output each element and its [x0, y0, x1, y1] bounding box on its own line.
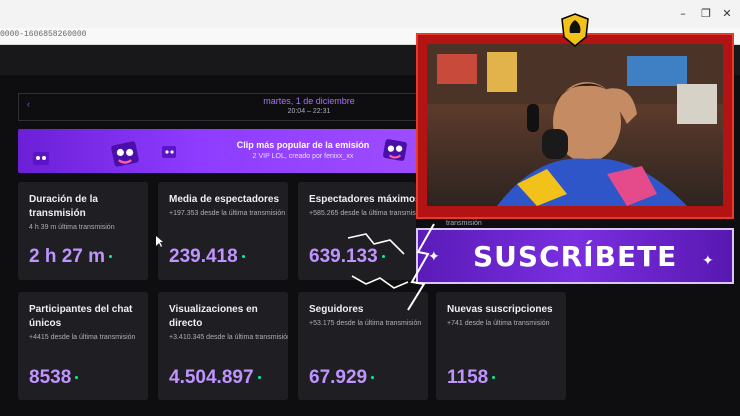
stat-card-chatters: Participantes del chat únicos +4415 desd… [18, 292, 148, 400]
subscribe-text: SUSCRÍBETE [473, 240, 678, 273]
stat-card-live-views: Visualizaciones en directo +3.410.345 de… [158, 292, 288, 400]
close-icon[interactable]: ✕ [714, 6, 740, 22]
stat-card-duration: Duración de la transmisión 4 h 39 m últi… [18, 182, 148, 280]
stat-value: 8538 [29, 367, 79, 389]
clip-mascot-icon [111, 141, 139, 167]
cursor-icon [156, 236, 163, 247]
clip-mascot-icon [33, 152, 49, 165]
stat-title: Nuevas suscripciones [447, 304, 553, 315]
stat-value: 67.929 [309, 367, 375, 389]
address-text: 0000-1606858260000 [0, 30, 87, 39]
prev-date-icon[interactable]: ‹ [27, 99, 30, 109]
trend-dot-icon [371, 376, 375, 380]
subscribe-banner: ✦ ✦ SUSCRÍBETE [416, 228, 734, 284]
trend-dot-icon [241, 255, 245, 259]
browser-title-bar: – ❐ ✕ [0, 0, 740, 29]
stat-title: Media de espectadores [169, 194, 280, 205]
lightning-icon [351, 275, 409, 289]
stat-change: 4 h 39 m última transmisión [29, 224, 115, 231]
stat-change: +585.265 desde la última transmisión [309, 210, 416, 217]
stat-title: Duración de la transmisión [29, 194, 98, 219]
stat-change: +3.410.345 desde la última transmisión [169, 334, 288, 341]
trend-dot-icon [492, 376, 496, 380]
sparkle-icon: ✦ [702, 252, 714, 268]
partial-label: transmisión [446, 220, 482, 227]
trend-dot-icon [109, 255, 113, 259]
stat-card-new-subs: Nuevas suscripciones +741 desde la últim… [436, 292, 566, 400]
stat-change: +4415 desde la última transmisión [29, 334, 136, 341]
clip-subtitle: 2 VIP LOL, creado por fenixx_xx [252, 153, 354, 160]
trend-dot-icon [75, 376, 79, 380]
channel-logo-icon [561, 13, 589, 47]
webcam-frame [416, 13, 734, 219]
stat-change: +197.353 desde la última transmisión [169, 210, 286, 217]
stream-time-range: 20:04 – 22:31 [287, 108, 331, 115]
stream-date: martes, 1 de diciembre [263, 96, 355, 106]
stat-title: Espectadores máximos [309, 194, 416, 205]
lightning-icon [407, 223, 435, 311]
stat-title: Participantes del chat únicos [29, 304, 133, 329]
date-selector[interactable]: ‹ martes, 1 de diciembre 20:04 – 22:31 [18, 93, 460, 121]
streamer-image [427, 44, 723, 206]
lightning-icon [347, 233, 405, 255]
stat-value: 4.504.897 [169, 367, 261, 389]
trend-dot-icon [257, 376, 261, 380]
stat-title: Visualizaciones en directo [169, 304, 258, 329]
stat-value: 1158 [447, 367, 496, 389]
stat-value: 239.418 [169, 246, 245, 268]
stat-value: 2 h 27 m [29, 246, 113, 268]
clip-title: Clip más popular de la emisión [236, 140, 370, 150]
webcam-feed [427, 44, 723, 206]
top-clip-banner[interactable]: Clip más popular de la emisión 2 VIP LOL… [18, 129, 418, 173]
stat-card-avg-viewers: Media de espectadores +197.353 desde la … [158, 182, 288, 280]
stat-change: +741 desde la última transmisión [447, 320, 550, 327]
clip-mascot-icon [162, 146, 176, 158]
stat-change: +53.175 desde la última transmisión [309, 320, 422, 327]
